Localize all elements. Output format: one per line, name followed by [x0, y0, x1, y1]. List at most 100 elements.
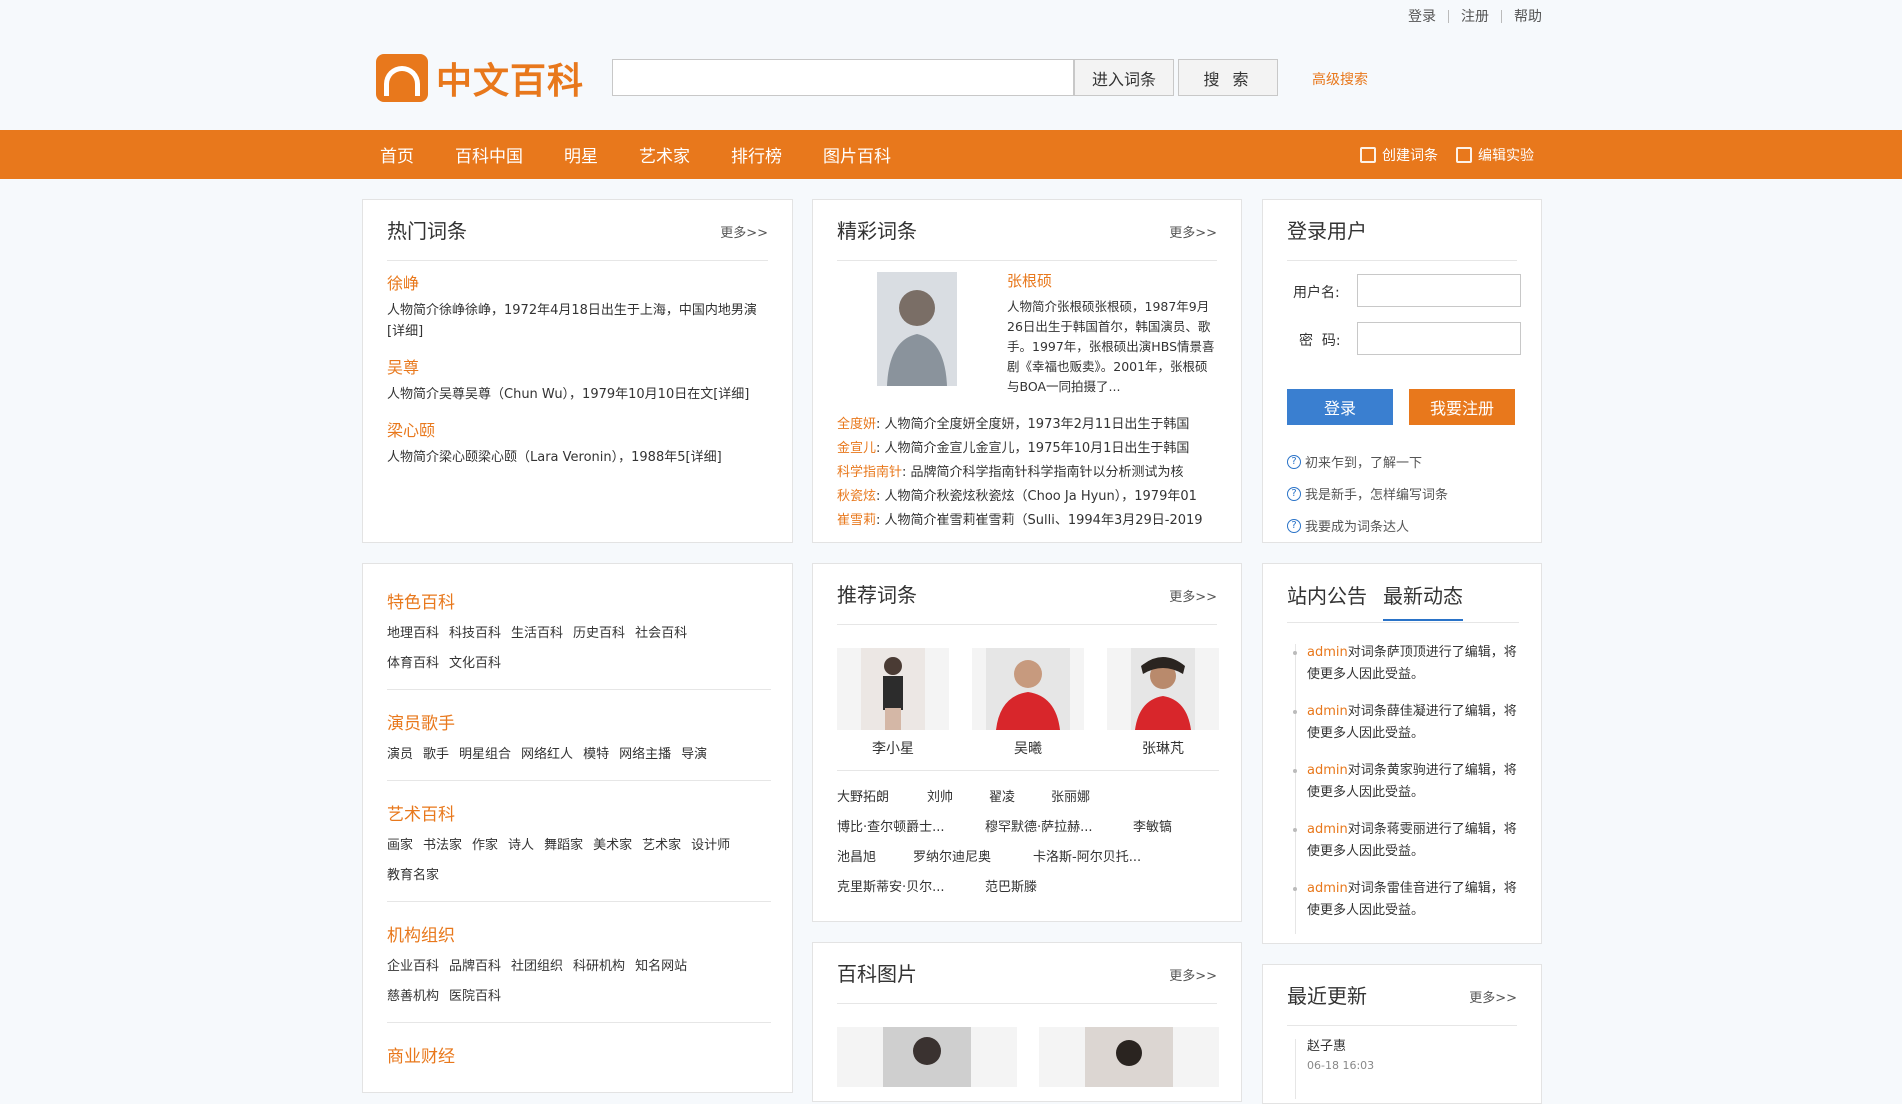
recommended-name[interactable]: 大野拓朗: [837, 786, 889, 805]
category-item[interactable]: 美术家: [593, 838, 632, 853]
category-title[interactable]: 特色百科: [387, 588, 771, 613]
tab-announcements[interactable]: 站内公告: [1287, 580, 1367, 609]
enter-entry-button[interactable]: 进入词条: [1074, 59, 1174, 96]
category-title[interactable]: 商业财经: [387, 1042, 771, 1067]
recommended-name[interactable]: 克里斯蒂安·贝尔...: [837, 876, 945, 895]
featured-line[interactable]: 秋瓷炫: 人物简介秋瓷炫秋瓷炫（Choo Ja Hyun），1979年01: [837, 485, 1221, 504]
category-item[interactable]: 模特: [583, 747, 609, 762]
image-thumb[interactable]: [837, 1027, 1017, 1087]
category-item[interactable]: 画家: [387, 838, 413, 853]
category-item[interactable]: 文化百科: [449, 656, 501, 671]
help-link[interactable]: ? 我要成为词条达人: [1287, 516, 1409, 535]
category-item[interactable]: 社团组织: [511, 959, 563, 974]
recommended-name[interactable]: 池昌旭: [837, 846, 876, 865]
category-item[interactable]: 慈善机构: [387, 989, 439, 1004]
featured-photo[interactable]: [877, 272, 957, 386]
category-item[interactable]: 诗人: [508, 838, 534, 853]
recent-more-link[interactable]: 更多>>: [1469, 987, 1517, 1006]
recommended-name[interactable]: 卡洛斯-阿尔贝托...: [1033, 846, 1141, 865]
category-item[interactable]: 演员: [387, 747, 413, 762]
hot-entry-name[interactable]: 梁心颐: [387, 417, 771, 441]
recent-item-name[interactable]: 赵子惠: [1307, 1035, 1346, 1054]
category-item[interactable]: 教育名家: [387, 868, 439, 883]
search-button[interactable]: 搜 索: [1178, 59, 1278, 96]
recommended-name[interactable]: 穆罕默德·萨拉赫...: [985, 816, 1093, 835]
category-item[interactable]: 科技百科: [449, 626, 501, 641]
news-item[interactable]: admin对词条雷佳音进行了编辑，将使更多人因此受益。: [1293, 878, 1517, 922]
nav-stars[interactable]: 明星: [564, 142, 598, 167]
category-item[interactable]: 艺术家: [642, 838, 681, 853]
password-input[interactable]: [1357, 322, 1521, 355]
username-input[interactable]: [1357, 274, 1521, 307]
hot-entry-name[interactable]: 徐峥: [387, 270, 771, 294]
category-title[interactable]: 机构组织: [387, 921, 771, 946]
advanced-search-link[interactable]: 高级搜索: [1312, 69, 1368, 89]
category-item[interactable]: 企业百科: [387, 959, 439, 974]
recommended-more-link[interactable]: 更多>>: [1169, 586, 1217, 605]
recommended-name[interactable]: 罗纳尔迪尼奥: [913, 846, 991, 865]
category-item[interactable]: 医院百科: [449, 989, 501, 1004]
recommended-person[interactable]: 张琳芃: [1107, 648, 1219, 758]
help-link[interactable]: ? 初来乍到，了解一下: [1287, 452, 1422, 471]
register-button[interactable]: 我要注册: [1409, 389, 1515, 425]
recommended-name[interactable]: 李敏镐: [1133, 816, 1172, 835]
category-item[interactable]: 导演: [681, 747, 707, 762]
nav-artists[interactable]: 艺术家: [639, 142, 690, 167]
news-item[interactable]: admin对词条薛佳凝进行了编辑，将使更多人因此受益。: [1293, 701, 1517, 745]
category-title[interactable]: 艺术百科: [387, 800, 771, 825]
news-item[interactable]: admin对词条黄家驹进行了编辑，将使更多人因此受益。: [1293, 760, 1517, 804]
category-item[interactable]: 社会百科: [635, 626, 687, 641]
top-login-link[interactable]: 登录: [1408, 6, 1436, 26]
featured-line[interactable]: 崔雪莉: 人物简介崔雪莉崔雪莉（Sulli、1994年3月29日-2019: [837, 509, 1221, 528]
recommended-name[interactable]: 张丽娜: [1051, 786, 1090, 805]
category-item[interactable]: 体育百科: [387, 656, 439, 671]
featured-more-link[interactable]: 更多>>: [1169, 222, 1217, 241]
nav-china[interactable]: 百科中国: [455, 142, 523, 167]
help-link[interactable]: ? 我是新手，怎样编写词条: [1287, 484, 1448, 503]
category-block: 艺术百科 画家 书法家 作家 诗人 舞蹈家 美术家 艺术家 设计师教育名家: [387, 800, 771, 902]
category-item[interactable]: 网络红人: [521, 747, 573, 762]
recommended-name[interactable]: 博比·查尔顿爵士...: [837, 816, 945, 835]
category-item[interactable]: 歌手: [423, 747, 449, 762]
category-item[interactable]: 知名网站: [635, 959, 687, 974]
category-item[interactable]: 科研机构: [573, 959, 625, 974]
category-item[interactable]: 历史百科: [573, 626, 625, 641]
category-item[interactable]: 网络主播: [619, 747, 671, 762]
category-item[interactable]: 品牌百科: [449, 959, 501, 974]
hot-entry-name[interactable]: 吴尊: [387, 354, 771, 378]
category-item[interactable]: 舞蹈家: [544, 838, 583, 853]
category-item[interactable]: 生活百科: [511, 626, 563, 641]
category-title[interactable]: 演员歌手: [387, 709, 771, 734]
news-item[interactable]: admin对词条蒋雯丽进行了编辑，将使更多人因此受益。: [1293, 819, 1517, 863]
nav-ranking[interactable]: 排行榜: [731, 142, 782, 167]
category-item[interactable]: 设计师: [691, 838, 730, 853]
category-item[interactable]: 作家: [472, 838, 498, 853]
featured-line[interactable]: 科学指南针: 品牌简介科学指南针科学指南针以分析测试为核: [837, 461, 1221, 480]
create-entry-link[interactable]: 创建词条: [1360, 145, 1438, 165]
recommended-person[interactable]: 李小星: [837, 648, 949, 758]
nav-images[interactable]: 图片百科: [823, 142, 891, 167]
login-button[interactable]: 登录: [1287, 389, 1393, 425]
recommended-name[interactable]: 翟凌: [989, 786, 1015, 805]
category-item[interactable]: 明星组合: [459, 747, 511, 762]
featured-main-name[interactable]: 张根硕: [1007, 270, 1219, 291]
news-item[interactable]: admin对词条萨顶顶进行了编辑，将使更多人因此受益。: [1293, 642, 1517, 686]
featured-line[interactable]: 金宣儿: 人物简介金宣儿金宣儿，1975年10月1日出生于韩国: [837, 437, 1221, 456]
nav-home[interactable]: 首页: [380, 142, 414, 167]
recent-title: 最近更新: [1287, 984, 1367, 1008]
edit-lab-link[interactable]: 编辑实验: [1456, 145, 1534, 165]
site-logo[interactable]: 中文百科: [376, 52, 584, 104]
recommended-name[interactable]: 刘帅: [927, 786, 953, 805]
category-item[interactable]: 书法家: [423, 838, 462, 853]
recommended-name[interactable]: 范巴斯滕: [985, 876, 1037, 895]
top-help-link[interactable]: 帮助: [1514, 6, 1542, 26]
search-input[interactable]: [612, 59, 1074, 96]
top-register-link[interactable]: 注册: [1461, 6, 1489, 26]
category-item[interactable]: 地理百科: [387, 626, 439, 641]
featured-line[interactable]: 全度妍: 人物简介全度妍全度妍，1973年2月11日出生于韩国: [837, 413, 1221, 432]
recommended-person[interactable]: 吴曦: [972, 648, 1084, 758]
hot-more-link[interactable]: 更多>>: [720, 222, 768, 241]
images-more-link[interactable]: 更多>>: [1169, 965, 1217, 984]
tab-latest-updates[interactable]: 最新动态: [1383, 580, 1463, 621]
image-thumb[interactable]: [1039, 1027, 1219, 1087]
